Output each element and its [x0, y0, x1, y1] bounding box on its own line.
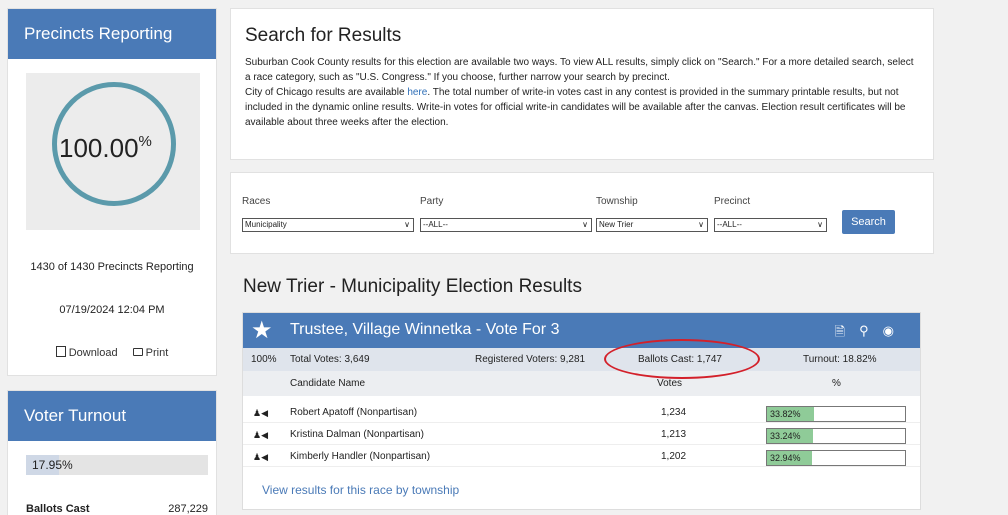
race-actions: 🗎 ⚲ ◉: [835, 323, 894, 345]
race-stats-row: 100% Total Votes: 3,649 Registered Voter…: [243, 348, 920, 371]
star-icon[interactable]: ★: [251, 316, 273, 345]
map-pin-icon[interactable]: ⚲: [859, 323, 869, 345]
table-row: ♟◀ Kristina Dalman (Nonpartisan) 1,213 3…: [243, 425, 920, 445]
turnout-percent: 17.95%: [32, 458, 73, 472]
township-label: Township: [596, 196, 638, 207]
file-icon: [55, 346, 66, 357]
ballots-cast-label: Ballots Cast: [26, 503, 90, 515]
percent-bar: 33.24%: [766, 428, 906, 444]
race-turnout: Turnout: 18.82%: [803, 354, 877, 365]
candidate-votes: 1,202: [661, 451, 687, 462]
person-icon: ♟◀: [253, 452, 268, 462]
search-instructions: Suburban Cook County results for this el…: [245, 57, 914, 128]
search-filters-card: Races Municipality ∨ Party --ALL-- ∨ Towns…: [230, 172, 934, 254]
highlight-annotation: [604, 339, 760, 379]
races-label: Races: [242, 196, 271, 207]
chevron-down-icon: ∨: [404, 220, 410, 229]
registered-voters: Registered Voters: 9,281: [475, 354, 586, 365]
race-header: ★ Trustee, Village Winnetka - Vote For 3…: [243, 313, 920, 348]
party-label: Party: [420, 196, 444, 207]
col-candidate-name: Candidate Name: [290, 378, 366, 389]
races-select[interactable]: Municipality ∨: [242, 218, 414, 232]
candidate-votes: 1,213: [661, 429, 687, 440]
last-updated-timestamp: 07/19/2024 12:04 PM: [59, 304, 165, 316]
precinct-select[interactable]: --ALL-- ∨: [714, 218, 827, 232]
percent-bar: 32.94%: [766, 450, 906, 466]
race-name: Trustee, Village Winnetka - Vote For 3: [290, 321, 560, 338]
precincts-percent: 100.00%: [59, 133, 152, 163]
chicago-results-link[interactable]: here: [407, 87, 427, 98]
download-link[interactable]: Download: [55, 346, 118, 359]
candidate-name: Kristina Dalman (Nonpartisan): [290, 429, 424, 440]
chevron-down-icon: ∨: [698, 220, 704, 229]
precincts-reporting-title: Precincts Reporting: [8, 9, 216, 59]
precincts-actions: Download Print: [8, 346, 216, 359]
candidate-percent: 32.94%: [770, 453, 801, 463]
person-icon: ♟◀: [253, 430, 268, 440]
township-select[interactable]: New Trier ∨: [596, 218, 708, 232]
search-button[interactable]: Search: [842, 210, 895, 234]
search-title: Search for Results: [245, 25, 402, 46]
reporting-percent: 100%: [251, 354, 277, 365]
candidate-name: Robert Apatoff (Nonpartisan): [290, 407, 418, 418]
race-results-card: ★ Trustee, Village Winnetka - Vote For 3…: [242, 312, 921, 510]
candidate-percent: 33.82%: [770, 409, 801, 419]
table-row: ♟◀ Kimberly Handler (Nonpartisan) 1,202 …: [243, 447, 920, 467]
voter-turnout-title: Voter Turnout: [8, 391, 216, 441]
results-title: New Trier - Municipality Election Result…: [243, 276, 582, 297]
results-column-headers: Candidate Name Votes %: [243, 371, 920, 396]
party-select[interactable]: --ALL-- ∨: [420, 218, 592, 232]
precincts-gauge: 100.00%: [26, 73, 200, 230]
turnout-bar: 17.95%: [26, 455, 208, 475]
precincts-summary: 1430 of 1430 Precincts Reporting: [30, 261, 194, 273]
print-link[interactable]: Print: [132, 347, 168, 359]
total-votes: Total Votes: 3,649: [290, 354, 370, 365]
chevron-down-icon: ∨: [817, 220, 823, 229]
precinct-label: Precinct: [714, 196, 751, 207]
print-icon: [132, 348, 143, 356]
candidate-votes: 1,234: [661, 407, 687, 418]
ballots-cast-value: 287,229: [168, 503, 208, 515]
candidate-percent: 33.24%: [770, 431, 801, 441]
col-percent: %: [832, 378, 841, 389]
award-icon[interactable]: ◉: [883, 323, 894, 345]
view-by-township-link[interactable]: View results for this race by township: [262, 483, 459, 497]
precincts-reporting-card: Precincts Reporting 100.00% 1430 of 1430…: [7, 8, 217, 376]
percent-bar: 33.82%: [766, 406, 906, 422]
chevron-down-icon: ∨: [582, 220, 588, 229]
table-row: ♟◀ Robert Apatoff (Nonpartisan) 1,234 33…: [243, 403, 920, 423]
ballots-cast-row: Ballots Cast 287,229: [26, 503, 208, 515]
candidate-name: Kimberly Handler (Nonpartisan): [290, 451, 431, 462]
search-intro-card: Search for Results Suburban Cook County …: [230, 8, 934, 160]
document-icon[interactable]: 🗎: [835, 323, 845, 345]
person-icon: ♟◀: [253, 408, 268, 418]
voter-turnout-card: Voter Turnout 17.95% Ballots Cast 287,22…: [7, 390, 217, 515]
